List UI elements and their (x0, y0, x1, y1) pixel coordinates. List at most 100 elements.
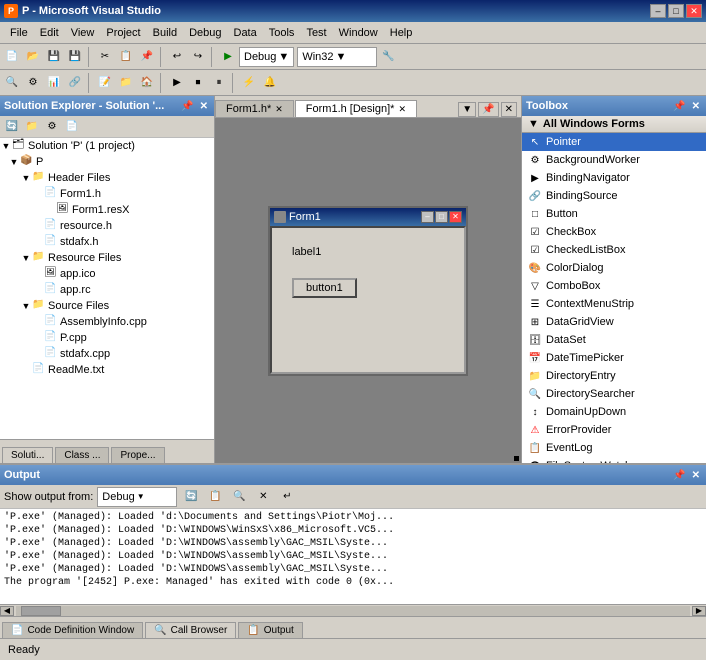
menu-view[interactable]: View (65, 25, 101, 41)
tb2-icon3[interactable]: 📊 (44, 73, 64, 93)
toolbox-item-errorprovider[interactable]: ⚠ ErrorProvider (522, 421, 706, 439)
toolbox-item-bindnav[interactable]: ▶ BindingNavigator (522, 169, 706, 187)
tab-properties[interactable]: Prope... (111, 447, 164, 463)
form-button1[interactable]: button1 (292, 278, 357, 298)
output-pin-icon[interactable]: 📌 (671, 470, 687, 481)
form-minimize-icon[interactable]: – (421, 211, 434, 223)
output-header-controls[interactable]: 📌 ✕ (671, 470, 702, 481)
tb2-icon6[interactable]: 📁 (116, 73, 136, 93)
toolbox-item-combobox[interactable]: ▽ ComboBox (522, 277, 706, 295)
tab-form1h[interactable]: Form1.h* ✕ (215, 100, 294, 117)
output-refresh-icon[interactable]: 🔄 (181, 487, 201, 507)
tree-item-resourceh[interactable]: 📄 resource.h (0, 218, 214, 234)
tab-class[interactable]: Class ... (55, 447, 109, 463)
tab-code-definition[interactable]: 📄 Code Definition Window (2, 622, 143, 638)
toolbox-item-checkedlistbox[interactable]: ☑ CheckedListBox (522, 241, 706, 259)
new-project-icon[interactable]: 📄 (2, 47, 22, 67)
toolbox-item-datetimepicker[interactable]: 📅 DateTimePicker (522, 349, 706, 367)
tree-item-resource-files[interactable]: ▼ 📁 Resource Files (0, 250, 214, 266)
se-properties-icon[interactable]: ⚙ (42, 117, 62, 137)
maximize-button[interactable]: □ (668, 4, 684, 18)
toolbox-close-icon[interactable]: ✕ (690, 101, 702, 112)
se-refresh-icon[interactable]: 🔄 (2, 117, 22, 137)
title-bar-controls[interactable]: – □ ✕ (650, 4, 702, 18)
se-showfiles-icon[interactable]: 📄 (62, 117, 82, 137)
menu-data[interactable]: Data (228, 25, 263, 41)
play-icon[interactable]: ▶ (218, 47, 238, 67)
open-icon[interactable]: 📂 (23, 47, 43, 67)
tree-item-appico[interactable]: 🖼 app.ico (0, 266, 214, 282)
tab-solution[interactable]: Soluti... (2, 447, 53, 463)
save-all-icon[interactable]: 💾 (65, 47, 85, 67)
copy-icon[interactable]: 📋 (116, 47, 136, 67)
cut-icon[interactable]: ✂ (95, 47, 115, 67)
toolbox-item-directorysearcher[interactable]: 🔍 DirectorySearcher (522, 385, 706, 403)
output-copy-icon[interactable]: 📋 (205, 487, 225, 507)
tree-item-source-files[interactable]: ▼ 📁 Source Files (0, 298, 214, 314)
toolbox-item-bgworker[interactable]: ⚙ BackgroundWorker (522, 151, 706, 169)
h-scroll-thumb[interactable] (21, 606, 61, 616)
tabs-pin-icon[interactable]: 📌 (478, 102, 498, 117)
h-scroll-left-icon[interactable]: ◀ (0, 606, 14, 616)
tb2-icon11[interactable]: ⚡ (239, 73, 259, 93)
paste-icon[interactable]: 📌 (137, 47, 157, 67)
tab-call-browser[interactable]: 🔍 Call Browser (145, 622, 236, 638)
undo-icon[interactable]: ↩ (167, 47, 187, 67)
tb2-icon5[interactable]: 📝 (95, 73, 115, 93)
tabs-dropdown-icon[interactable]: ▼ (458, 102, 476, 117)
tb2-icon1[interactable]: 🔍 (2, 73, 22, 93)
toolbox-item-colordialog[interactable]: 🎨 ColorDialog (522, 259, 706, 277)
form-window-buttons[interactable]: – □ ✕ (421, 211, 462, 223)
output-clear-icon[interactable]: ✕ (253, 487, 273, 507)
more-icon[interactable]: 🔧 (378, 47, 398, 67)
tree-item-apprc[interactable]: 📄 app.rc (0, 282, 214, 298)
tab-output[interactable]: 📋 Output (238, 622, 302, 638)
tree-item-stdafxcpp[interactable]: 📄 stdafx.cpp (0, 346, 214, 362)
output-content[interactable]: 'P.exe' (Managed): Loaded 'd:\Documents … (0, 509, 706, 604)
menu-file[interactable]: File (4, 25, 34, 41)
toolbox-pin-icon[interactable]: 📌 (671, 101, 687, 112)
redo-icon[interactable]: ↪ (188, 47, 208, 67)
tb2-icon10[interactable]: ⏸ (209, 73, 229, 93)
minimize-button[interactable]: – (650, 4, 666, 18)
menu-build[interactable]: Build (147, 25, 183, 41)
se-pin-icon[interactable]: 📌 (179, 101, 195, 112)
tb2-icon2[interactable]: ⚙ (23, 73, 43, 93)
tab-form1h-close-icon[interactable]: ✕ (275, 104, 283, 115)
form-maximize-icon[interactable]: □ (435, 211, 448, 223)
form-designer[interactable]: Form1 – □ ✕ label1 button1 (268, 206, 468, 376)
output-word-wrap-icon[interactable]: ↵ (277, 487, 297, 507)
tb2-icon12[interactable]: 🔔 (260, 73, 280, 93)
tree-item-form1h[interactable]: 📄 Form1.h (0, 186, 214, 202)
tb2-icon7[interactable]: 🏠 (137, 73, 157, 93)
output-find-icon[interactable]: 🔍 (229, 487, 249, 507)
close-button[interactable]: ✕ (686, 4, 702, 18)
toolbox-item-bindsrc[interactable]: 🔗 BindingSource (522, 187, 706, 205)
debug-dropdown[interactable]: Debug ▼ (239, 47, 294, 67)
toolbox-item-pointer[interactable]: ↖ Pointer (522, 133, 706, 151)
se-collapse-icon[interactable]: 📁 (22, 117, 42, 137)
toolbox-item-button[interactable]: □ Button (522, 205, 706, 223)
menu-window[interactable]: Window (333, 25, 384, 41)
toolbox-item-dataset[interactable]: 🗄 DataSet (522, 331, 706, 349)
menu-test[interactable]: Test (300, 25, 332, 41)
output-scrollbar-horizontal[interactable]: ◀ ▶ (0, 604, 706, 616)
toolbox-item-contextmenu[interactable]: ☰ ContextMenuStrip (522, 295, 706, 313)
toolbox-category[interactable]: ▼ All Windows Forms (522, 116, 706, 133)
tab-form1h-design-close-icon[interactable]: ✕ (398, 104, 406, 115)
tree-item-solution[interactable]: ▼ 🗂 Solution 'P' (1 project) (0, 138, 214, 154)
menu-tools[interactable]: Tools (263, 25, 301, 41)
toolbox-item-domainupdown[interactable]: ↕ DomainUpDown (522, 403, 706, 421)
toolbox-item-checkbox[interactable]: ☑ CheckBox (522, 223, 706, 241)
editor-tabs-controls[interactable]: ▼ 📌 ✕ (458, 102, 521, 117)
toolbox-item-filesystemwatcher[interactable]: 👁 FileSystemWatcher (522, 457, 706, 463)
menu-project[interactable]: Project (100, 25, 146, 41)
menu-edit[interactable]: Edit (34, 25, 65, 41)
tree-item-header-files[interactable]: ▼ 📁 Header Files (0, 170, 214, 186)
save-icon[interactable]: 💾 (44, 47, 64, 67)
tb2-icon4[interactable]: 🔗 (65, 73, 85, 93)
tree-item-assemblyinfo[interactable]: 📄 AssemblyInfo.cpp (0, 314, 214, 330)
panel-header-controls[interactable]: 📌 ✕ (179, 101, 210, 112)
tabs-close-icon[interactable]: ✕ (501, 102, 517, 117)
tree-item-pcpp[interactable]: 📄 P.cpp (0, 330, 214, 346)
